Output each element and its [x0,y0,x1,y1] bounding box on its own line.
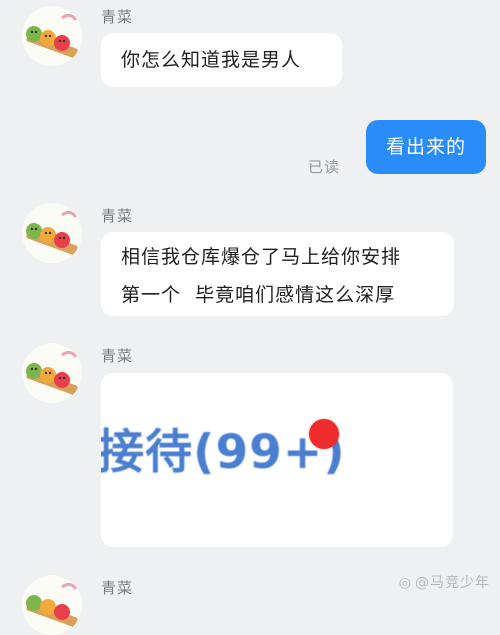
message-line: 相信我仓库爆仓了马上给你安排 [121,246,402,268]
notification-dot-icon [309,419,339,449]
contact-avatar-icon[interactable] [22,343,82,403]
image-caption-text: 接待(99+) [101,425,346,480]
weibo-logo-icon: ◎ [398,575,412,591]
watermark: ◎ @马竞少年 [399,572,490,592]
image-message[interactable]: 接待(99+) [101,373,453,547]
sender-name: 青菜 [101,8,134,26]
watermark-text: @马竞少年 [415,575,490,591]
sender-name: 青菜 [101,207,134,225]
contact-avatar-icon[interactable] [22,203,82,263]
read-status: 已读 [307,158,340,176]
sender-name: 青菜 [101,579,134,597]
incoming-message-bubble[interactable]: 相信我仓库爆仓了马上给你安排 第一个 毕竟咱们感情这么深厚 [101,232,454,316]
contact-avatar-icon[interactable] [22,575,82,635]
contact-avatar-icon[interactable] [22,6,82,66]
sender-name: 青菜 [101,347,134,365]
outgoing-message-bubble[interactable]: 看出来的 [365,120,486,174]
incoming-message-bubble[interactable]: 你怎么知道我是男人 [101,33,342,87]
message-line: 第一个 毕竟咱们感情这么深厚 [121,284,396,306]
